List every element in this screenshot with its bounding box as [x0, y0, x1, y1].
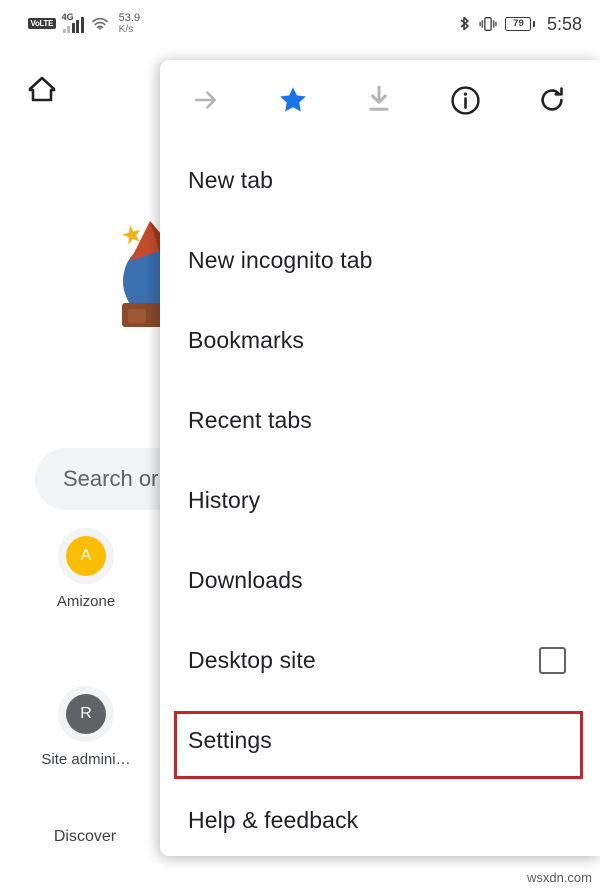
menu-item-desktop-site[interactable]: Desktop site [160, 620, 600, 700]
status-bar-left: VoLTE 4G 53.9 K/s [28, 11, 141, 35]
home-icon[interactable] [26, 74, 58, 109]
search-input-placeholder: Search or [63, 466, 159, 491]
download-icon[interactable] [357, 78, 401, 122]
data-speed-unit: K/s [118, 23, 134, 35]
menu-item-recent-tabs[interactable]: Recent tabs [160, 380, 600, 460]
shortcut-amizone[interactable]: A Amizone [26, 528, 146, 610]
menu-item-label: Recent tabs [188, 406, 312, 433]
menu-item-label: New tab [188, 166, 274, 193]
status-bar-right: 79 5:58 [458, 14, 582, 35]
bluetooth-icon [460, 16, 470, 30]
menu-item-help-and-feedback[interactable]: Help & feedback [160, 780, 600, 860]
shortcut-initial-avatar: R [66, 694, 106, 734]
data-speed-value: 53.9 [118, 11, 141, 24]
menu-item-downloads[interactable]: Downloads [160, 540, 600, 620]
discover-section-label: Discover [53, 828, 117, 845]
menu-item-new-tab[interactable]: New tab [160, 140, 600, 220]
menu-item-history[interactable]: History [160, 460, 600, 540]
menu-header-icon-row [160, 60, 600, 140]
shortcut-icon-wrapper: R [58, 686, 114, 742]
battery-indicator: 79 [505, 17, 535, 31]
data-speed-indicator: 53.9 K/s [118, 11, 141, 35]
menu-item-label: Help & feedback [188, 806, 359, 833]
menu-item-new-incognito-tab[interactable]: New incognito tab [160, 220, 600, 300]
watermark: wsxdn.com [526, 870, 592, 885]
network-type-label: 4G [61, 12, 74, 23]
menu-item-label: Downloads [188, 566, 303, 593]
volte-badge: VoLTE [28, 18, 56, 30]
menu-item-list: New tab New incognito tab Bookmarks Rece… [160, 140, 600, 860]
menu-item-bookmarks[interactable]: Bookmarks [160, 300, 600, 380]
phone-screenshot: VoLTE 4G 53.9 K/s 79 5:58 Search or A Am… [0, 0, 600, 889]
desktop-site-checkbox[interactable] [539, 646, 566, 674]
shortcut-label: Amizone [56, 593, 116, 610]
shortcut-site-administration[interactable]: R Site admini… [26, 686, 146, 768]
wifi-icon [91, 18, 108, 31]
cellular-signal-icon: 4G [61, 12, 84, 34]
menu-item-settings[interactable]: Settings [160, 700, 600, 780]
forward-arrow-icon[interactable] [184, 78, 228, 122]
status-bar-clock: 5:58 [546, 13, 582, 34]
page-info-icon[interactable] [444, 78, 488, 122]
battery-percent-label: 79 [513, 18, 524, 30]
chrome-overflow-menu: New tab New incognito tab Bookmarks Rece… [160, 60, 600, 856]
bookmark-star-icon[interactable] [271, 78, 315, 122]
shortcut-initial-avatar: A [66, 536, 106, 576]
shortcut-label: Site admini… [41, 751, 131, 768]
menu-item-label: Settings [188, 726, 272, 753]
status-bar: VoLTE 4G 53.9 K/s 79 5:58 [0, 0, 600, 48]
vibrate-icon [479, 17, 498, 31]
menu-item-label: History [188, 486, 261, 513]
shortcut-icon-wrapper: A [58, 528, 114, 584]
menu-item-label: Bookmarks [188, 326, 304, 353]
menu-item-label: New incognito tab [188, 246, 373, 273]
reload-icon[interactable] [530, 78, 574, 122]
menu-item-label: Desktop site [188, 646, 316, 673]
